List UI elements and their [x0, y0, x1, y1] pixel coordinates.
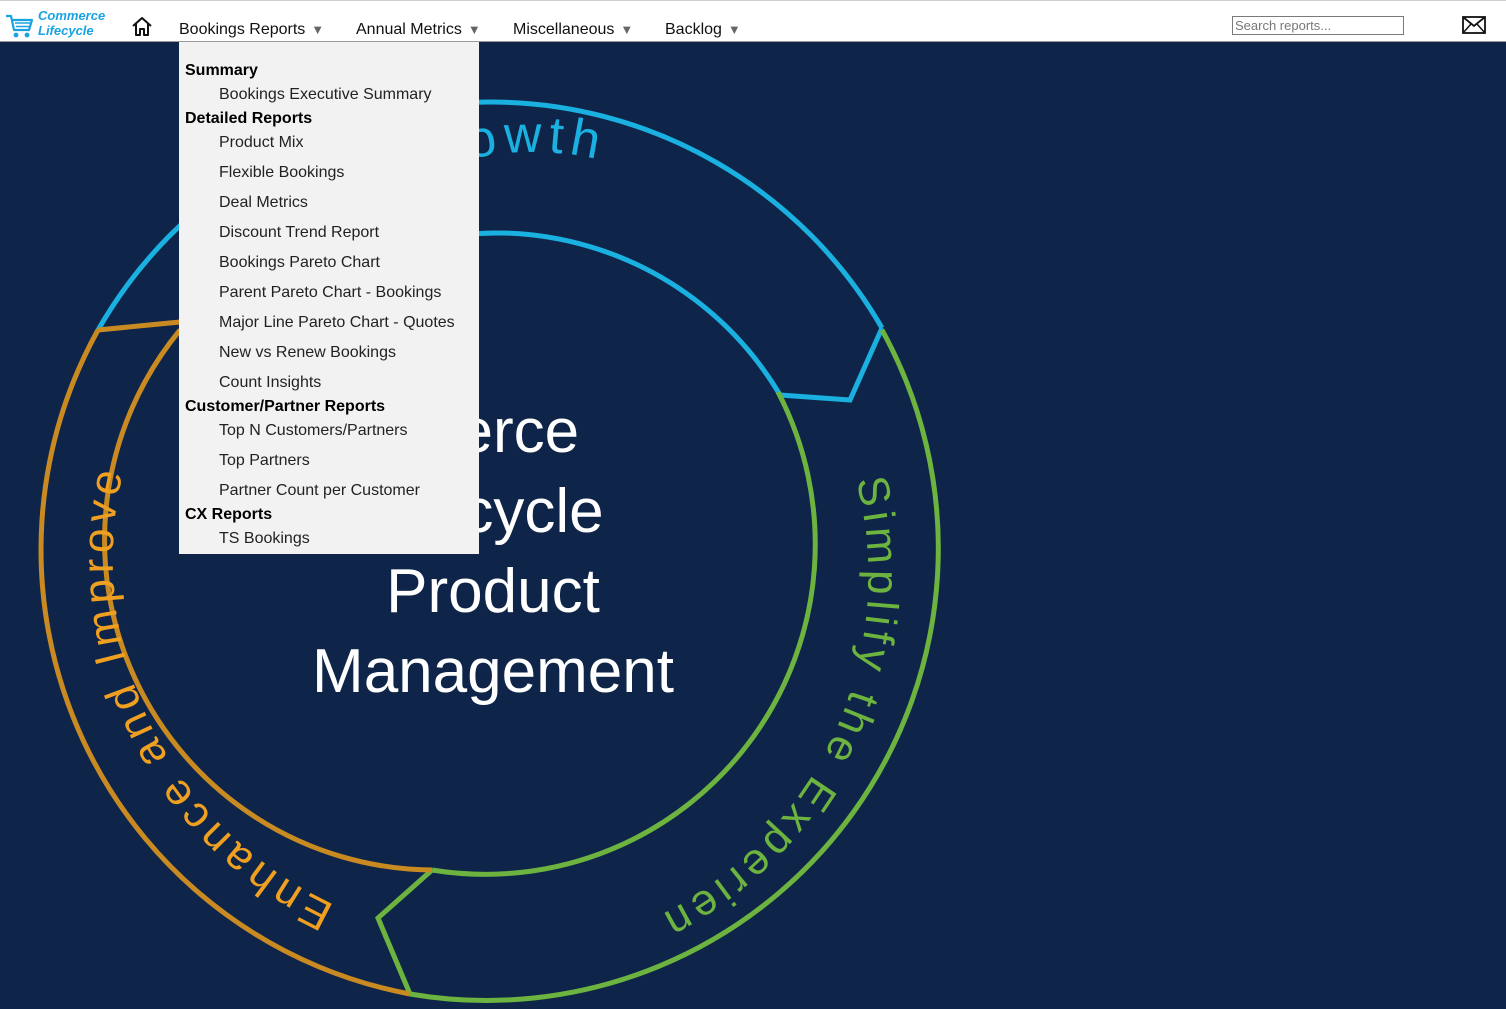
menu-item-flexible-bookings[interactable]: Flexible Bookings [219, 164, 344, 182]
nav-annual-metrics[interactable]: Annual Metrics ▼ [356, 21, 481, 39]
nav-backlog[interactable]: Backlog ▼ [665, 21, 741, 39]
top-navigation-bar: Commerce Lifecycle Bookings Reports ▼ Ann… [0, 0, 1506, 42]
logo-line-1: Commerce [38, 8, 106, 23]
nav-bookings-reports[interactable]: Bookings Reports ▼ [179, 21, 324, 39]
nav-miscellaneous[interactable]: Miscellaneous ▼ [513, 21, 633, 39]
nav-label: Miscellaneous [513, 21, 615, 38]
nav-label: Backlog [665, 21, 722, 38]
nav-label: Annual Metrics [356, 21, 462, 38]
section-heading-detailed-reports: Detailed Reports [185, 110, 313, 127]
center-title-line-1: merce [406, 397, 580, 466]
chevron-down-icon: ▼ [311, 22, 325, 37]
chevron-down-icon: ▼ [620, 22, 634, 37]
center-title-line-3: Product [386, 557, 600, 626]
menu-item-discount-trend-report[interactable]: Discount Trend Report [219, 224, 379, 242]
menu-item-partner-count-per-customer[interactable]: Partner Count per Customer [219, 482, 420, 500]
menu-item-ts-bookings[interactable]: TS Bookings [219, 530, 310, 548]
menu-item-bookings-pareto-chart[interactable]: Bookings Pareto Chart [219, 254, 380, 272]
menu-item-bookings-executive-summary[interactable]: Bookings Executive Summary [219, 86, 432, 104]
menu-item-deal-metrics[interactable]: Deal Metrics [219, 194, 308, 212]
nav-label: Bookings Reports [179, 21, 306, 38]
cart-icon [6, 14, 34, 38]
menu-item-top-n-customers-partners[interactable]: Top N Customers/Partners [219, 422, 408, 440]
envelope-icon[interactable] [1462, 16, 1486, 34]
section-heading-cx-reports: CX Reports [185, 506, 273, 523]
section-heading-summary: Summary [185, 62, 258, 79]
section-heading-customer-partner-reports: Customer/Partner Reports [185, 398, 386, 415]
home-icon[interactable] [130, 15, 154, 37]
menu-item-major-line-pareto-chart[interactable]: Major Line Pareto Chart - Quotes [219, 314, 455, 332]
menu-item-parent-pareto-chart[interactable]: Parent Pareto Chart - Bookings [219, 284, 441, 302]
menu-item-count-insights[interactable]: Count Insights [219, 374, 321, 392]
search-input[interactable] [1232, 16, 1404, 35]
chevron-down-icon: ▼ [467, 22, 481, 37]
menu-item-new-vs-renew-bookings[interactable]: New vs Renew Bookings [219, 344, 396, 362]
logo-line-2: Lifecycle [38, 23, 94, 38]
center-title-line-4: Management [312, 637, 674, 706]
menu-item-top-partners[interactable]: Top Partners [219, 452, 310, 470]
chevron-down-icon: ▼ [727, 22, 741, 37]
menu-item-product-mix[interactable]: Product Mix [219, 134, 303, 152]
commerce-lifecycle-logo[interactable]: Commerce Lifecycle [5, 9, 111, 43]
bookings-reports-dropdown: Summary Bookings Executive Summary Detai… [179, 42, 479, 554]
